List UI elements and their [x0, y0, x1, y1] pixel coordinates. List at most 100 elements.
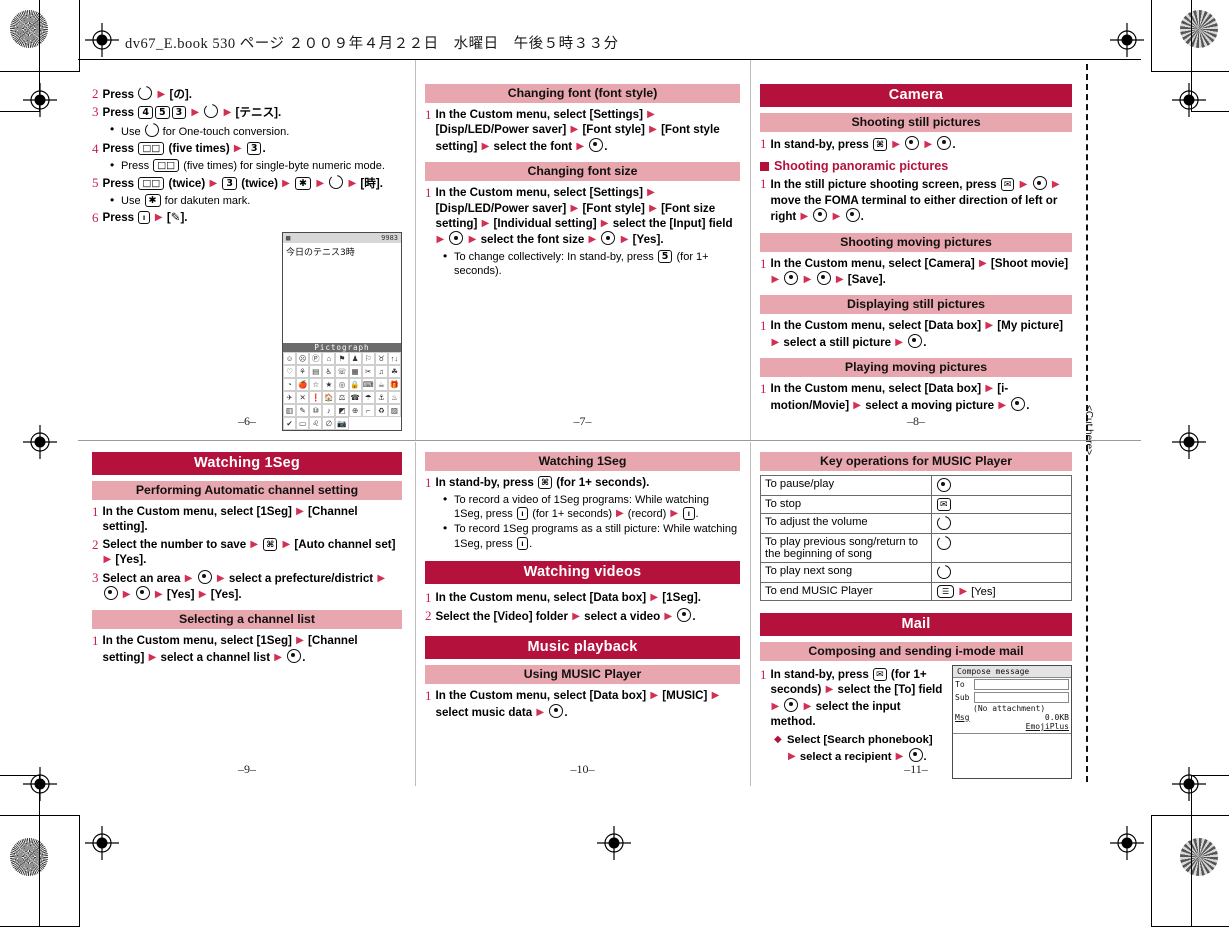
pictograph-cell[interactable]: ☏	[335, 364, 349, 378]
pictograph-cell[interactable]: ☆	[309, 377, 323, 391]
emoji-plus-link: EmojiPlus	[1025, 722, 1069, 731]
center-key-icon	[287, 648, 302, 663]
row-separator	[78, 440, 1141, 441]
pictograph-cell[interactable]: ✕	[296, 390, 310, 404]
pictograph-cell[interactable]: ✂	[361, 364, 375, 378]
column-separator-4	[750, 442, 751, 786]
pictograph-cell[interactable]: ♟	[348, 351, 362, 365]
step-number: 1	[760, 136, 767, 151]
arrow-icon: ▶	[853, 399, 861, 411]
step-item: 2 Select the number to save ▶ ⌘ ▶ [Auto …	[92, 537, 402, 568]
pictograph-cell[interactable]: ♨	[387, 390, 401, 404]
step-item: 1 In the Custom menu, select [1Seg] ▶ [C…	[92, 633, 402, 665]
pictograph-cell[interactable]: 🎁	[387, 377, 401, 391]
step-number: 1	[760, 381, 767, 397]
page-11: Key operations for MUSIC Player To pause…	[759, 452, 1072, 782]
arrow-icon: ▶	[536, 706, 545, 718]
pictograph-cell[interactable]: 🍎	[296, 377, 310, 391]
table-row: To end MUSIC Player ☰ ▶ [Yes]	[759, 582, 1072, 601]
step-text: Press □□ (five times) ▶ 3.	[102, 142, 266, 156]
subject-label: Sub	[955, 693, 970, 702]
arrow-icon: ▶	[1051, 179, 1060, 191]
pictograph-cell[interactable]: ♡	[283, 364, 297, 378]
pictograph-cell[interactable]: ◎	[335, 377, 349, 391]
arrow-icon: ▶	[832, 211, 841, 223]
step-item: 2 Select the [Video] folder ▶ select a v…	[425, 607, 740, 624]
center-key-icon	[103, 586, 118, 601]
arrow-icon: ▶	[924, 139, 933, 150]
arrow-icon: ▶	[771, 274, 780, 286]
pictograph-cell[interactable]: ☂	[361, 390, 375, 404]
step-item: 1 In the Custom menu, select [Settings] …	[425, 107, 740, 154]
step-item: 1 In stand-by, press ⌘ (for 1+ seconds).	[425, 475, 740, 491]
screenshot-title: Compose message	[953, 666, 1071, 678]
pictograph-cell[interactable]: ⚖	[335, 390, 349, 404]
note-item: Press □□ (five times) for single-byte nu…	[110, 158, 402, 174]
key-mode-icon: □□	[138, 177, 165, 191]
pictograph-cell[interactable]: ✈	[283, 390, 297, 404]
mail-key-icon: ✉	[1000, 178, 1015, 192]
pictograph-cell[interactable]: ▦	[348, 364, 362, 378]
page-10: Watching 1Seg 1 In stand-by, press ⌘ (fo…	[425, 452, 740, 782]
section-heading: Shooting moving pictures	[760, 232, 1072, 252]
arrow-icon: ▶	[282, 178, 290, 190]
step-number: 1	[425, 185, 432, 201]
pictograph-cell[interactable]: ⚓	[374, 390, 388, 404]
table-row: To stop ✉	[759, 495, 1072, 514]
arrow-icon: ▶	[316, 178, 325, 190]
arrow-icon: ▶	[803, 274, 812, 286]
pictograph-cell[interactable]: ♫	[374, 364, 388, 378]
pictograph-cell[interactable]: ⚐	[361, 351, 375, 365]
registration-mark-right-upper	[1172, 83, 1206, 117]
pictograph-cell[interactable]: ⌨	[361, 377, 375, 391]
pictograph-cell[interactable]: ☺	[283, 351, 297, 365]
pictograph-cell[interactable]: 🔒	[348, 377, 362, 391]
arrow-icon: ▶	[985, 383, 994, 395]
pictograph-cell[interactable]: Ⓟ	[309, 351, 323, 365]
step-text: Press □□ (twice) ▶ 3 (twice) ▶ ✱ ▶ ▶ [時]…	[102, 175, 383, 191]
chapter-title: Mail	[760, 613, 1072, 636]
note-item: To record 1Seg programs as a still pictu…	[443, 521, 740, 551]
pictograph-cell[interactable]: ☕	[374, 377, 388, 391]
center-key-icon	[816, 271, 831, 286]
step-number: 1	[760, 255, 767, 271]
pictograph-cell[interactable]: ▤	[309, 364, 323, 378]
pictograph-cell[interactable]: ⚑	[335, 351, 349, 365]
character-count: 9983	[381, 233, 398, 242]
pictograph-cell[interactable]: ★	[322, 377, 336, 391]
column-separator-1	[415, 60, 416, 440]
subsection-heading-label: Shooting panoramic pictures	[774, 159, 949, 174]
step-text: In the Custom menu, select [1Seg] ▶ [Cha…	[102, 505, 358, 534]
center-key-icon	[784, 271, 799, 286]
step-text: Press 453 ▶ ▶ [テニス].	[102, 104, 282, 120]
pictograph-cell[interactable]: ⚘	[296, 364, 310, 378]
pictograph-cell[interactable]: ♉	[374, 351, 388, 365]
pictograph-cell[interactable]: ♿	[322, 364, 336, 378]
registration-mark-bottom-center	[597, 826, 631, 860]
pictograph-cell[interactable]: ⌂	[322, 351, 336, 365]
arrow-icon: ▶	[892, 139, 900, 150]
registration-mark-left-lower	[23, 767, 57, 801]
pictograph-cell[interactable]: 🏠	[322, 390, 336, 404]
navigation-ring-icon	[329, 175, 344, 190]
pictograph-cell[interactable]: ☎	[348, 390, 362, 404]
pictograph-cell[interactable]: ❗	[309, 390, 323, 404]
attachment-status: (No attachment)	[973, 704, 1046, 713]
column-separator-2	[750, 60, 751, 440]
pictograph-cell[interactable]: ◔	[283, 377, 297, 391]
center-key-icon	[1011, 396, 1026, 411]
step-item: 1 In stand-by, press ✉ (for 1+ seconds) …	[760, 667, 944, 730]
pictograph-screenshot: ▩ 9983 今日のテニス3時 Pictograph ☺ ☹ Ⓟ ⌂ ⚑ ♟ ⚐ ♉ ↑↓ ♡ ⚘ ▤…	[282, 231, 402, 431]
section-heading: Composing and sending i-mode mail	[760, 642, 1072, 661]
center-key-icon	[549, 703, 564, 718]
note-list: To change collectively: In stand-by, pre…	[443, 249, 740, 279]
key-i-icon: ı	[516, 536, 529, 550]
step-text: In the Custom menu, select [Data box] ▶ …	[770, 382, 1030, 412]
page-number: –11–	[904, 762, 928, 776]
pictograph-cell[interactable]: ↑↓	[387, 351, 401, 365]
step-number: 1	[425, 688, 432, 704]
page-7: Changing font (font style) 1 In the Cust…	[425, 84, 740, 434]
step-text: In stand-by, press ✉ (for 1+ seconds) ▶ …	[770, 668, 943, 729]
pictograph-cell[interactable]: ☘	[387, 364, 401, 378]
pictograph-cell[interactable]: ☹	[296, 351, 310, 365]
